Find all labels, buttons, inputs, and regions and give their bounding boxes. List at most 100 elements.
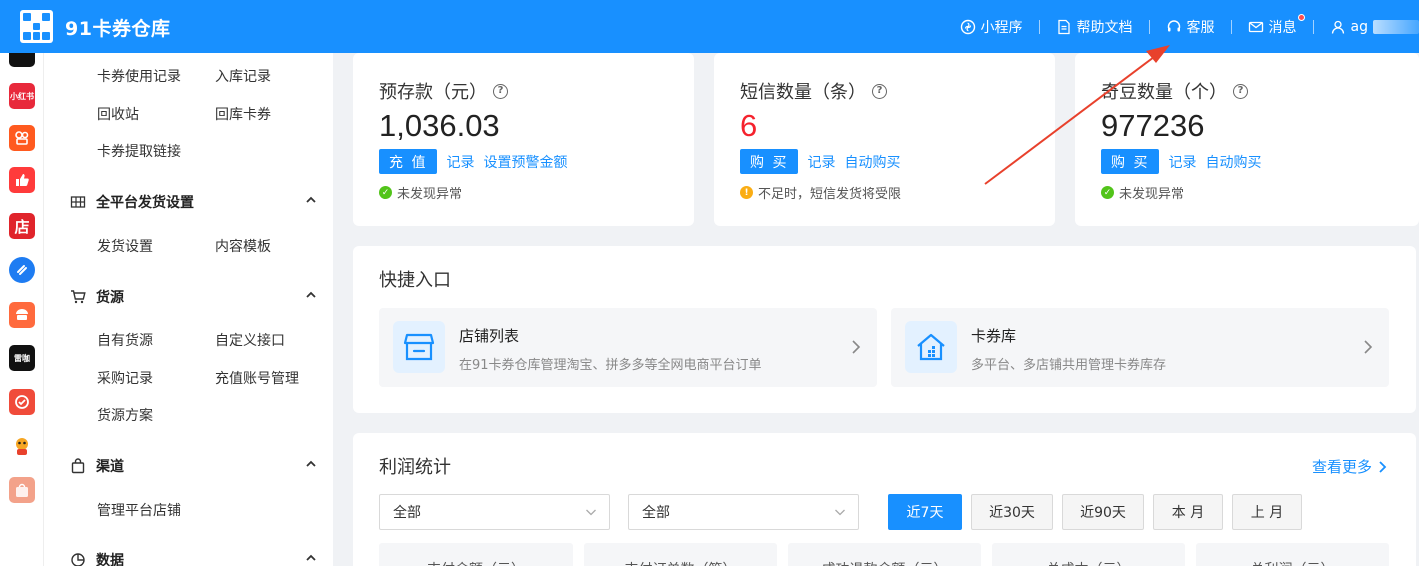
quick-item-name: 店铺列表	[459, 327, 520, 345]
menu-group-title: 数据	[96, 553, 124, 566]
metric-card-total-cost: 总成本（元）	[992, 543, 1185, 566]
help-icon[interactable]: ?	[493, 83, 508, 99]
menu-item-coupon-usage[interactable]: 卡券使用记录	[97, 66, 181, 86]
help-icon[interactable]: ?	[872, 83, 887, 99]
platform-select[interactable]: 全部	[379, 494, 610, 530]
quick-item-desc: 多平台、多店铺共用管理卡券库存	[971, 358, 1167, 373]
period-this-month[interactable]: 本 月	[1153, 494, 1223, 530]
menu-item-extract-link[interactable]: 卡券提取链接	[97, 141, 181, 161]
period-90-days[interactable]: 近90天	[1062, 494, 1144, 530]
menu-item-manage-stores[interactable]: 管理平台店铺	[97, 500, 181, 520]
shield-app-icon[interactable]	[9, 389, 35, 415]
top-nav: 小程序 帮助文档 客服 消息 ag	[944, 0, 1419, 53]
buy-sms-button[interactable]: 购 买	[740, 149, 799, 174]
platform-rail: 小红书 店 雷咖	[0, 53, 44, 566]
period-last-month[interactable]: 上 月	[1232, 494, 1302, 530]
chevron-up-icon[interactable]	[304, 551, 318, 565]
status-text: 不足时，短信发货将受限	[758, 187, 902, 202]
kuaishou-icon[interactable]	[9, 125, 35, 151]
menu-item-recharge-accounts[interactable]: 充值账号管理	[215, 368, 299, 388]
menu-item-own-supply[interactable]: 自有货源	[97, 330, 153, 350]
thumbs-up-icon[interactable]	[9, 167, 35, 193]
menu-item-recycle-bin[interactable]: 回收站	[97, 104, 139, 124]
menu-group-data[interactable]: 数据	[70, 550, 318, 566]
stat-title: 预存款（元）	[379, 82, 487, 103]
menu-group-title: 货源	[96, 290, 124, 306]
status-text: 未发现异常	[1119, 187, 1185, 202]
mini-program-link[interactable]: 小程序	[944, 0, 1039, 53]
tiktok-icon[interactable]	[9, 53, 35, 67]
warning-icon: !	[740, 186, 753, 199]
quick-entry-panel: 快捷入口 店铺列表 在91卡券仓库管理淘宝、拼多多等全网电商平台订单 卡券库 多…	[353, 246, 1416, 413]
menu-group-title: 渠道	[96, 459, 124, 475]
auto-buy-link[interactable]: 自动购买	[1205, 152, 1261, 172]
xiaohongshu-icon[interactable]: 小红书	[9, 83, 35, 109]
quick-item-desc: 在91卡券仓库管理淘宝、拼多多等全网电商平台订单	[459, 358, 762, 373]
help-icon[interactable]: ?	[1233, 83, 1248, 99]
cart-icon	[71, 290, 86, 304]
menu-group-supply[interactable]: 货源	[70, 287, 318, 307]
mascot-icon[interactable]	[9, 433, 35, 459]
buy-beans-button[interactable]: 购 买	[1101, 149, 1160, 174]
menu-item-delivery-settings[interactable]: 发货设置	[97, 236, 153, 256]
check-icon: ✓	[1101, 186, 1114, 199]
recharge-button[interactable]: 充 值	[379, 149, 438, 174]
auto-buy-link[interactable]: 自动购买	[844, 152, 900, 172]
mini-program-label: 小程序	[980, 19, 1023, 36]
menu-item-stock-in-records[interactable]: 入库记录	[215, 66, 271, 86]
chevron-down-icon	[835, 509, 845, 516]
username: ag	[1350, 18, 1368, 35]
menu-item-custom-api[interactable]: 自定义接口	[215, 330, 285, 350]
chevron-up-icon[interactable]	[304, 288, 318, 302]
chevron-up-icon[interactable]	[304, 193, 318, 207]
menu-item-purchase-records[interactable]: 采购记录	[97, 368, 153, 388]
quick-item-store-list[interactable]: 店铺列表 在91卡券仓库管理淘宝、拼多多等全网电商平台订单	[379, 308, 877, 387]
records-link[interactable]: 记录	[807, 152, 835, 172]
menu-item-content-templates[interactable]: 内容模板	[215, 236, 271, 256]
meituan-icon[interactable]	[9, 302, 35, 328]
user-menu[interactable]: ag	[1314, 0, 1419, 53]
set-alert-link[interactable]: 设置预警金额	[483, 152, 567, 172]
menu-group-channels[interactable]: 渠道	[70, 456, 318, 476]
store-select[interactable]: 全部	[628, 494, 859, 530]
beans-count-value: 977236	[1101, 108, 1205, 143]
sms-count-value: 6	[740, 108, 758, 143]
stat-card-beans: 奇豆数量（个） ? 977236 购 买 记录 自动购买 ✓ 未发现异常	[1075, 53, 1419, 226]
metric-card-pay-amount: 支付金额（元）	[379, 543, 573, 566]
deposit-value: 1,036.03	[379, 108, 500, 143]
view-more-link[interactable]: 查看更多	[1312, 456, 1388, 477]
menu-item-returned-coupons[interactable]: 回库卡券	[215, 104, 271, 124]
status-text: 未发现异常	[397, 187, 463, 202]
username-blur	[1373, 19, 1419, 34]
menu-item-supply-plan[interactable]: 货源方案	[97, 405, 153, 425]
link-app-icon[interactable]	[9, 257, 35, 283]
help-docs-link[interactable]: 帮助文档	[1040, 0, 1149, 53]
top-bar: 91卡券仓库 小程序 帮助文档 客服 消息 ag	[0, 0, 1419, 53]
records-link[interactable]: 记录	[1168, 152, 1196, 172]
help-docs-label: 帮助文档	[1076, 19, 1133, 36]
chevron-up-icon[interactable]	[304, 457, 318, 471]
metric-card-refund-amount: 成功退款金额（元）	[788, 543, 981, 566]
messages-link[interactable]: 消息	[1232, 0, 1313, 53]
bag-icon	[71, 458, 85, 474]
period-7-days[interactable]: 近7天	[888, 494, 962, 530]
metric-card-pay-orders: 支付订单数（笔）	[584, 543, 777, 566]
shandian-icon[interactable]: 雷咖	[9, 345, 35, 371]
customer-service-link[interactable]: 客服	[1150, 0, 1231, 53]
records-link[interactable]: 记录	[446, 152, 474, 172]
side-menu: 卡券使用记录 入库记录 回收站 回库卡券 卡券提取链接 全平台发货设置 发货设置…	[44, 53, 333, 566]
shopee-icon[interactable]	[9, 477, 35, 503]
quick-item-coupon-library[interactable]: 卡券库 多平台、多店铺共用管理卡券库存	[891, 308, 1389, 387]
chevron-down-icon	[586, 509, 596, 516]
check-icon: ✓	[379, 186, 392, 199]
shop-icon	[393, 321, 445, 373]
quick-entry-title: 快捷入口	[379, 270, 451, 291]
menu-group-delivery-settings[interactable]: 全平台发货设置	[70, 192, 318, 212]
document-icon	[1057, 19, 1070, 34]
mail-icon	[1248, 21, 1263, 32]
period-30-days[interactable]: 近30天	[971, 494, 1053, 530]
stat-title: 奇豆数量（个）	[1101, 82, 1227, 103]
store-icon[interactable]: 店	[9, 213, 35, 239]
brand-title[interactable]: 91卡券仓库	[65, 14, 170, 41]
logo-icon[interactable]	[20, 10, 53, 43]
